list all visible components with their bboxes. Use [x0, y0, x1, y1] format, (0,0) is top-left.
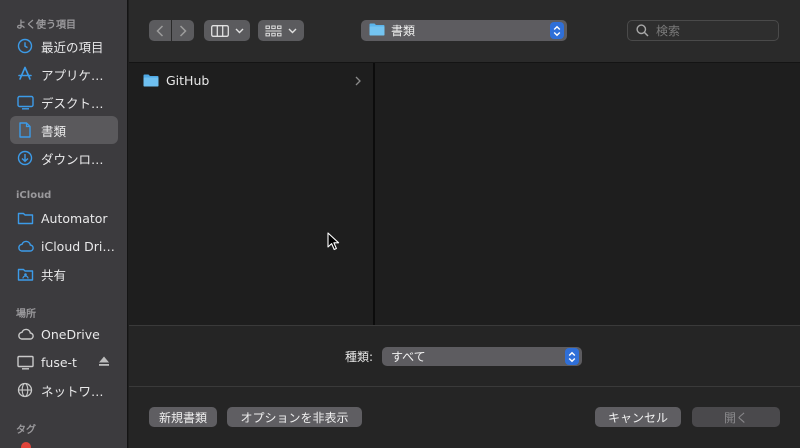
view-mode-button[interactable] — [204, 20, 250, 41]
eject-icon[interactable] — [98, 355, 112, 369]
group-button[interactable] — [258, 20, 304, 41]
clock-icon — [16, 37, 34, 55]
popup-stepper-icon — [565, 348, 579, 365]
file-browser: GitHub — [129, 63, 800, 325]
sidebar-item-fuse-t[interactable]: fuse-t — [10, 348, 118, 376]
open-button[interactable]: 開く — [692, 407, 780, 427]
sidebar-item-documents[interactable]: 書類 — [10, 116, 118, 144]
browser-column: GitHub — [129, 63, 375, 325]
toolbar: 書類 — [129, 0, 800, 63]
chevron-down-icon — [235, 28, 243, 33]
chevron-right-icon — [179, 24, 187, 37]
new-document-button[interactable]: 新規書類 — [149, 407, 217, 427]
display-icon — [16, 353, 34, 371]
forward-button[interactable] — [172, 20, 194, 41]
search-icon — [636, 24, 649, 37]
sidebar-item-automator[interactable]: Automator — [10, 204, 118, 232]
sidebar-item-label: アプリケ… — [41, 67, 104, 83]
chevron-down-icon — [288, 28, 297, 33]
sidebar-item-label: 共有 — [41, 267, 67, 283]
sidebar-item-label: 書類 — [41, 123, 67, 139]
sidebar-item-shared[interactable]: 共有 — [10, 260, 118, 288]
kind-popup[interactable]: すべて — [382, 347, 582, 366]
shared-folder-icon — [16, 265, 34, 283]
popup-stepper-icon — [550, 22, 564, 39]
cancel-button[interactable]: キャンセル — [595, 407, 681, 427]
chevron-left-icon — [156, 24, 164, 37]
columns-view-icon — [210, 24, 229, 37]
sidebar: よく使う項目 最近の項目 アプリケ… デスクト… 書類 ダウンロ… iCloud — [0, 0, 128, 448]
format-options: 種類: すべて — [129, 326, 800, 386]
download-icon — [16, 149, 34, 167]
cloud-icon — [16, 325, 34, 343]
action-bar: 新規書類 オプションを非表示 キャンセル 開く — [129, 387, 800, 448]
sidebar-item-network[interactable]: ネットワ… — [10, 376, 118, 404]
sidebar-item-label: ネットワ… — [41, 383, 104, 399]
hide-options-button[interactable]: オプションを非表示 — [227, 407, 362, 427]
location-popup[interactable]: 書類 — [361, 20, 567, 41]
sidebar-item-desktop[interactable]: デスクト… — [10, 88, 118, 116]
file-name: GitHub — [166, 72, 210, 88]
sidebar-item-label: ダウンロ… — [41, 151, 104, 167]
sidebar-item-recents[interactable]: 最近の項目 — [10, 32, 118, 60]
kind-label: 種類: — [345, 350, 374, 364]
sidebar-item-label: 最近の項目 — [41, 39, 104, 55]
cloud-icon — [16, 237, 34, 255]
document-icon — [16, 121, 34, 139]
sidebar-item-downloads[interactable]: ダウンロ… — [10, 144, 118, 172]
tag-color-dot[interactable] — [21, 442, 31, 448]
applications-icon — [16, 65, 34, 83]
folder-icon — [369, 23, 385, 39]
network-icon — [16, 381, 34, 399]
sidebar-item-onedrive[interactable]: OneDrive — [10, 320, 118, 348]
sidebar-section-tags: タグ — [16, 425, 36, 436]
back-button[interactable] — [149, 20, 171, 41]
sidebar-item-applications[interactable]: アプリケ… — [10, 60, 118, 88]
sidebar-section-icloud: iCloud — [16, 190, 52, 201]
sidebar-item-label: iCloud Dri… — [41, 238, 115, 254]
sidebar-section-locations: 場所 — [16, 309, 36, 320]
sidebar-item-label: fuse-t — [41, 354, 77, 370]
sidebar-item-icloud-drive[interactable]: iCloud Dri… — [10, 232, 118, 260]
search-input[interactable] — [656, 23, 766, 38]
desktop-icon — [16, 93, 34, 111]
folder-icon — [16, 209, 34, 227]
location-label: 書類 — [391, 24, 416, 38]
kind-value: すべて — [391, 350, 426, 364]
sidebar-item-label: デスクト… — [41, 95, 104, 111]
grid-group-icon — [265, 25, 282, 36]
chevron-right-icon — [355, 74, 361, 89]
folder-icon — [143, 74, 159, 87]
sidebar-item-label: Automator — [41, 210, 108, 226]
search-field[interactable] — [627, 20, 779, 41]
sidebar-item-label: OneDrive — [41, 326, 100, 342]
list-item[interactable]: GitHub — [143, 71, 365, 89]
sidebar-section-favorites: よく使う項目 — [16, 20, 76, 31]
mouse-cursor-icon — [327, 232, 340, 255]
